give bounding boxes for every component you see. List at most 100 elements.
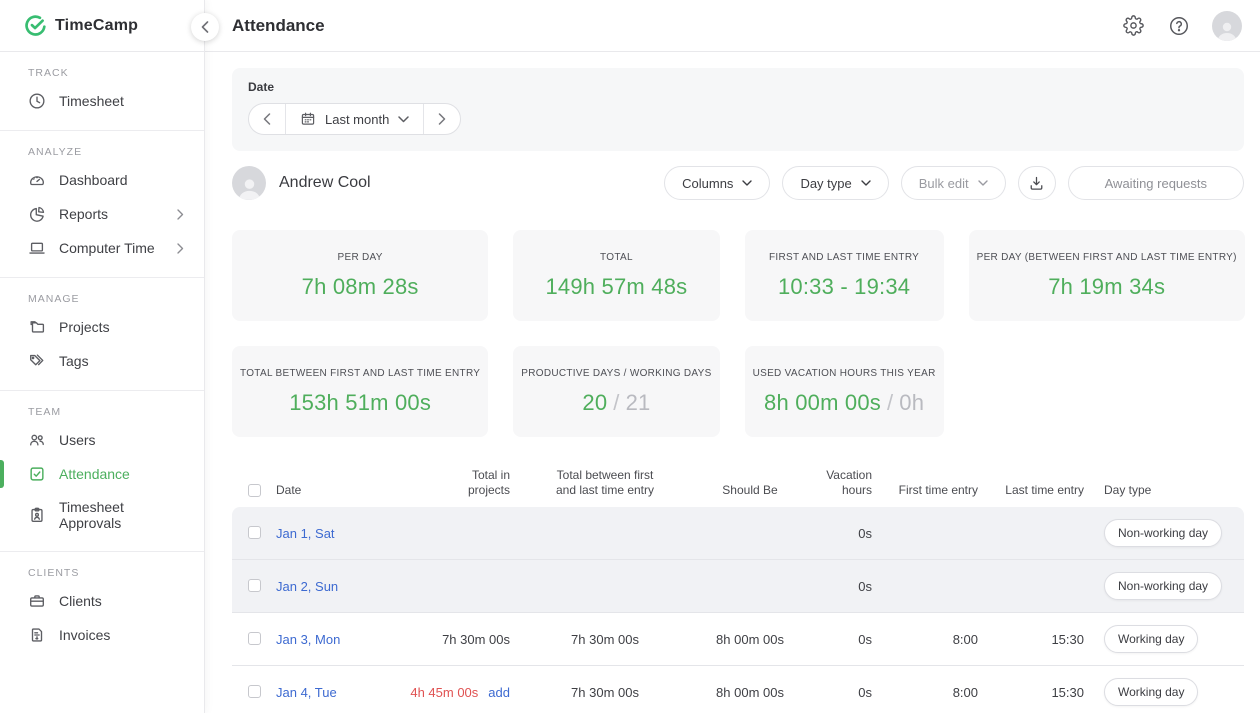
cell-last-entry: 15:30 (978, 685, 1084, 700)
select-all-checkbox[interactable] (248, 484, 261, 497)
sidebar-item-users[interactable]: Users (0, 423, 204, 457)
previous-period-button[interactable] (249, 104, 285, 134)
awaiting-requests-button[interactable]: Awaiting requests (1068, 166, 1244, 200)
date-range-dropdown[interactable]: Last month (285, 104, 424, 134)
date-range-value: Last month (325, 112, 389, 127)
nav-section-track: TRACK Timesheet (0, 52, 204, 131)
sidebar-item-invoices[interactable]: Invoices (0, 618, 204, 652)
logo[interactable]: TimeCamp (0, 0, 204, 52)
chevron-down-icon (398, 116, 409, 123)
stat-label: PRODUCTIVE DAYS / WORKING DAYS (521, 368, 711, 379)
next-period-button[interactable] (424, 104, 460, 134)
attendance-table: Date Total in projects Total between fir… (232, 461, 1244, 713)
logo-text: TimeCamp (55, 17, 138, 35)
section-label: TEAM (28, 406, 204, 418)
row-checkbox[interactable] (248, 685, 261, 698)
header-first-time-entry[interactable]: First time entry (872, 483, 978, 498)
top-bar: Attendance (205, 0, 1260, 52)
stat-label: TOTAL BETWEEN FIRST AND LAST TIME ENTRY (240, 368, 480, 379)
sidebar-item-timesheet[interactable]: Timesheet (0, 84, 204, 118)
day-type-pill[interactable]: Non-working day (1104, 519, 1222, 547)
clipboard-icon (28, 506, 46, 524)
day-type-pill[interactable]: Working day (1104, 678, 1198, 706)
stats-cards: PER DAY 7h 08m 28s TOTAL 149h 57m 48s FI… (232, 230, 1244, 437)
stat-card-first-last-entry: FIRST AND LAST TIME ENTRY 10:33 - 19:34 (745, 230, 944, 321)
header-vacation-hours[interactable]: Vacation hours (800, 468, 872, 498)
cell-vacation: 0s (800, 632, 872, 647)
row-checkbox[interactable] (248, 526, 261, 539)
day-type-pill[interactable]: Non-working day (1104, 572, 1222, 600)
stat-value: 7h 08m 28s (302, 274, 419, 300)
sidebar-collapse-button[interactable] (191, 13, 219, 41)
chevron-right-icon (177, 243, 184, 254)
stat-label: TOTAL (600, 252, 633, 263)
clock-icon (28, 92, 46, 110)
gear-icon[interactable] (1120, 13, 1146, 39)
chevron-down-icon (978, 180, 988, 186)
briefcase-icon (28, 592, 46, 610)
sidebar-item-label: Computer Time (59, 240, 155, 256)
day-type-button[interactable]: Day type (782, 166, 888, 200)
header-last-time-entry[interactable]: Last time entry (978, 483, 1084, 498)
add-time-link[interactable]: add (488, 685, 510, 700)
header-total-between[interactable]: Total between first and last time entry (510, 468, 700, 498)
date-link[interactable]: Jan 1, Sat (276, 526, 335, 541)
header-day-type[interactable]: Day type (1084, 483, 1244, 498)
row-checkbox[interactable] (248, 632, 261, 645)
chevron-left-icon (263, 113, 271, 125)
table-body: Jan 1, Sat 0s Non-working day Jan 2, Sun (232, 507, 1244, 713)
cell-vacation: 0s (800, 685, 872, 700)
sidebar-item-attendance[interactable]: Attendance (0, 457, 204, 491)
header-should-be[interactable]: Should Be (700, 483, 800, 498)
toolbar: Columns Day type Bulk edit (664, 166, 1244, 200)
sidebar-item-reports[interactable]: Reports (0, 197, 204, 231)
cell-total-between: 7h 30m 00s (510, 685, 700, 700)
date-link[interactable]: Jan 2, Sun (276, 579, 338, 594)
users-icon (28, 431, 46, 449)
undertime-value: 4h 45m 00s (410, 685, 478, 700)
help-icon[interactable] (1166, 13, 1192, 39)
date-filter-label: Date (248, 80, 1228, 94)
topbar-actions (1120, 11, 1242, 41)
nav-section-manage: MANAGE Projects Tags (0, 278, 204, 391)
user-row: Andrew Cool Columns Day type Bulk edit (232, 166, 1244, 200)
export-button[interactable] (1018, 166, 1056, 200)
laptop-icon (28, 239, 46, 257)
stat-primary: 20 (582, 390, 607, 415)
row-checkbox[interactable] (248, 579, 261, 592)
columns-button-label: Columns (682, 176, 733, 191)
date-link[interactable]: Jan 3, Mon (276, 632, 340, 647)
bulk-edit-button-label: Bulk edit (919, 176, 969, 191)
sidebar-item-computer-time[interactable]: Computer Time (0, 231, 204, 265)
stat-value: 153h 51m 00s (289, 390, 431, 416)
sidebar-item-label: Tags (59, 353, 89, 369)
bulk-edit-button[interactable]: Bulk edit (901, 166, 1006, 200)
sidebar-item-tags[interactable]: Tags (0, 344, 204, 378)
sidebar-item-dashboard[interactable]: Dashboard (0, 163, 204, 197)
date-range-picker: Last month (248, 103, 461, 135)
cell-first-entry: 8:00 (872, 632, 978, 647)
sidebar-item-clients[interactable]: Clients (0, 584, 204, 618)
date-link[interactable]: Jan 4, Tue (276, 685, 337, 700)
day-type-pill[interactable]: Working day (1104, 625, 1198, 653)
sidebar-item-label: Projects (59, 319, 110, 335)
sidebar-item-projects[interactable]: Projects (0, 310, 204, 344)
section-label: TRACK (28, 67, 204, 79)
sidebar-item-timesheet-approvals[interactable]: Timesheet Approvals (0, 491, 204, 539)
check-square-icon (28, 465, 46, 483)
chevron-left-icon (201, 21, 209, 33)
row-check-cell (232, 632, 276, 646)
columns-button[interactable]: Columns (664, 166, 770, 200)
header-date[interactable]: Date (276, 483, 408, 498)
section-label: MANAGE (28, 293, 204, 305)
stat-card-productive-days: PRODUCTIVE DAYS / WORKING DAYS 20/21 (513, 346, 719, 437)
nav-section-team: TEAM Users Attendance Timesheet Approval… (0, 391, 204, 552)
sidebar-item-label: Clients (59, 593, 102, 609)
header-total-in-projects[interactable]: Total in projects (408, 468, 510, 498)
chevron-right-icon (438, 113, 446, 125)
stat-label: PER DAY (338, 252, 383, 263)
select-all-cell (232, 484, 276, 498)
stat-value: 8h 00m 00s/0h (764, 390, 924, 416)
avatar[interactable] (1212, 11, 1242, 41)
section-label: CLIENTS (28, 567, 204, 579)
